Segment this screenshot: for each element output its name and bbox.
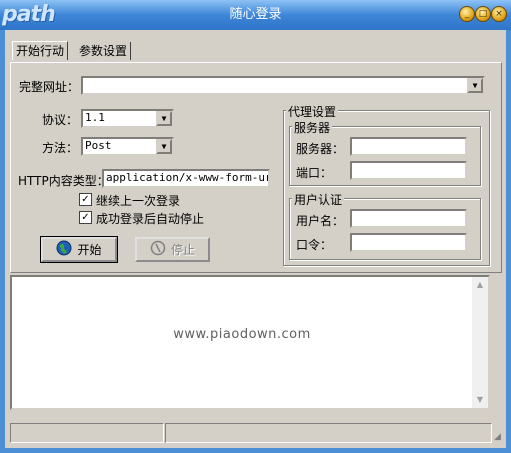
port-label: 端口： — [296, 166, 333, 180]
auto-stop-label: 成功登录后自动停止 — [96, 212, 205, 226]
password-input[interactable] — [350, 233, 467, 252]
url-combo[interactable]: ▼ — [81, 76, 485, 95]
username-label: 用户名： — [296, 214, 345, 228]
status-pane-1 — [10, 423, 164, 443]
vertical-scrollbar[interactable]: ▲ ▼ — [472, 277, 488, 408]
content-type-value: application/x-www-form-urle: — [106, 171, 268, 184]
stop-label: 停止 — [170, 243, 195, 257]
start-label: 开始 — [77, 243, 102, 257]
server-group-label: 服务器 — [292, 119, 333, 136]
tab-start[interactable]: 开始行动 — [12, 41, 69, 60]
protocol-select[interactable]: 1.1 ▼ — [81, 109, 174, 128]
scroll-down-icon[interactable]: ▼ — [472, 392, 488, 408]
port-input[interactable] — [350, 161, 467, 180]
watermark-text: www.piaodown.com — [173, 327, 311, 342]
resize-grip-icon[interactable]: ◢ — [494, 432, 504, 442]
url-label: 完整网址： — [19, 80, 80, 94]
start-button[interactable]: 开始 — [40, 236, 118, 263]
chevron-down-icon[interactable]: ▼ — [467, 78, 483, 93]
output-log[interactable]: ▲ ▼ www.piaodown.com — [10, 275, 490, 410]
globe-icon — [56, 240, 72, 259]
content-type-input[interactable]: application/x-www-form-urle: — [102, 169, 270, 188]
continue-last-checkbox[interactable]: ✓ — [79, 193, 92, 206]
method-value: Post — [85, 139, 112, 152]
auth-group-label: 用户认证 — [292, 191, 345, 208]
method-label: 方法： — [42, 141, 79, 155]
close-button[interactable]: × — [491, 6, 507, 22]
tab-settings[interactable]: 参数设置 — [76, 42, 132, 60]
stop-button[interactable]: 停止 — [135, 237, 210, 262]
title-bar[interactable]: path 随心登录 _ □ × — [0, 0, 511, 30]
password-label: 口令： — [296, 238, 333, 252]
status-pane-2 — [165, 423, 492, 443]
protocol-value: 1.1 — [85, 111, 105, 124]
protocol-label: 协议： — [42, 113, 79, 127]
maximize-button[interactable]: □ — [475, 6, 491, 22]
auto-stop-checkbox[interactable]: ✓ — [79, 211, 92, 224]
content-type-label: HTTP内容类型： — [18, 174, 109, 188]
continue-last-label: 继续上一次登录 — [96, 194, 181, 208]
username-input[interactable] — [350, 209, 467, 228]
method-select[interactable]: Post ▼ — [81, 137, 174, 156]
minimize-button[interactable]: _ — [459, 6, 475, 22]
window-title: 随心登录 — [229, 7, 282, 22]
server-label: 服务器： — [296, 142, 345, 156]
stop-icon — [150, 240, 166, 259]
scroll-up-icon[interactable]: ▲ — [472, 277, 488, 293]
server-input[interactable] — [350, 137, 467, 156]
chevron-down-icon[interactable]: ▼ — [156, 111, 172, 126]
chevron-down-icon[interactable]: ▼ — [156, 139, 172, 154]
proxy-group-label: 代理设置 — [286, 103, 339, 120]
